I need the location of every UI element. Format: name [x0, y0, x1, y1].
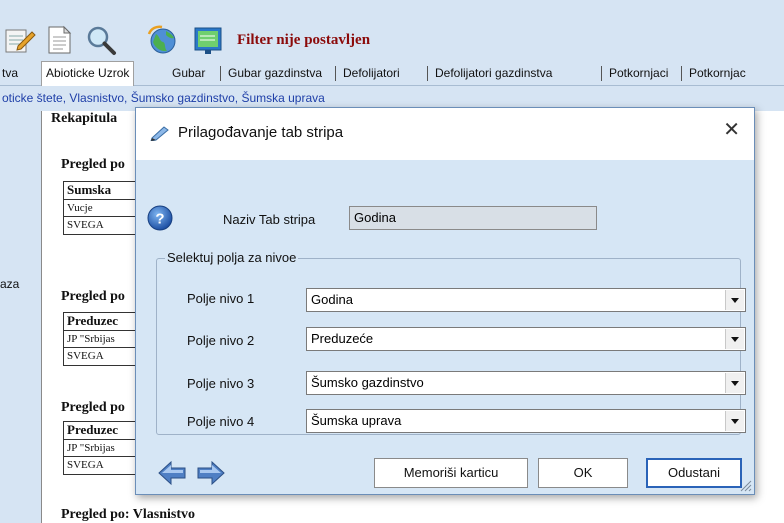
section-title: Pregled po: Vlasnistvo [61, 507, 196, 522]
arrow-left-icon[interactable] [157, 460, 187, 486]
tab-separator [681, 66, 682, 81]
tabstrip-name-input[interactable]: Godina [349, 206, 597, 230]
tab-gubar[interactable]: Gubar [168, 62, 209, 86]
level-2-value: Preduzeće [311, 331, 374, 346]
level-4-label: Polje nivo 4 [187, 414, 255, 429]
document-icon[interactable] [43, 24, 75, 56]
help-icon[interactable]: ? [147, 205, 173, 231]
chevron-down-icon[interactable] [725, 373, 744, 393]
tab-partial-left[interactable]: tva [0, 62, 22, 86]
section-title: Pregled po [61, 289, 125, 304]
group-title: Selektuj polja za nivoe [165, 250, 299, 265]
chevron-down-icon[interactable] [725, 411, 744, 431]
tab-potkornjaci[interactable]: Potkornjaci [605, 62, 672, 86]
resize-grip-icon[interactable] [738, 478, 752, 492]
level-4-select[interactable]: Šumska uprava [306, 409, 746, 433]
report-heading: Rekapitula [51, 111, 118, 126]
tab-separator [335, 66, 336, 81]
presentation-icon[interactable] [192, 24, 224, 56]
level-fields-group: Selektuj polja za nivoe Polje nivo 1 God… [156, 250, 746, 435]
section-title: Pregled po [61, 400, 125, 415]
arrow-right-icon[interactable] [196, 460, 226, 486]
level-3-label: Polje nivo 3 [187, 376, 255, 391]
level-1-label: Polje nivo 1 [187, 291, 255, 306]
section-title: Pregled po [61, 157, 125, 172]
level-1-value: Godina [311, 292, 353, 307]
tab-separator [427, 66, 428, 81]
save-tab-button[interactable]: Memoriši karticu [374, 458, 528, 488]
tab-defolijatori[interactable]: Defolijatori [339, 62, 404, 86]
tab-defolijatori-gazdinstva[interactable]: Defolijatori gazdinstva [431, 62, 556, 86]
dialog-titlebar[interactable]: Prilagođavanje tab stripa ✕ [136, 108, 754, 160]
tab-separator [220, 66, 221, 81]
tab-strip: tva Abioticke Uzrok Gubar Gubar gazdinst… [0, 61, 784, 86]
globe-icon[interactable] [147, 24, 179, 56]
filter-status: Filter nije postavljen [237, 32, 371, 48]
edit-document-icon[interactable] [4, 24, 36, 56]
search-icon[interactable] [85, 24, 117, 56]
level-3-select[interactable]: Šumsko gazdinstvo [306, 371, 746, 395]
tab-abioticke-uzrok[interactable]: Abioticke Uzrok [41, 61, 135, 86]
close-icon[interactable]: ✕ [723, 120, 740, 140]
tab-separator [601, 66, 602, 81]
ok-button[interactable]: OK [538, 458, 628, 488]
cancel-button[interactable]: Odustani [646, 458, 742, 488]
dialog-title: Prilagođavanje tab stripa [178, 124, 344, 141]
left-panel-label: aza [0, 277, 20, 291]
left-panel: aza [0, 111, 41, 523]
tab-potkornjac-partial[interactable]: Potkornjac [685, 62, 750, 86]
level-2-label: Polje nivo 2 [187, 333, 255, 348]
customize-tabstrip-dialog: Prilagođavanje tab stripa ✕ ? Naziv Tab … [135, 107, 755, 495]
level-4-value: Šumska uprava [311, 413, 402, 428]
chevron-down-icon[interactable] [725, 290, 744, 310]
level-2-select[interactable]: Preduzeće [306, 327, 746, 351]
pencil-icon [150, 126, 169, 141]
level-3-value: Šumsko gazdinstvo [311, 375, 424, 390]
tab-gubar-gazdinstva[interactable]: Gubar gazdinstva [224, 62, 326, 86]
level-1-select[interactable]: Godina [306, 288, 746, 312]
tabstrip-name-label: Naziv Tab stripa [223, 212, 316, 227]
chevron-down-icon[interactable] [725, 329, 744, 349]
svg-text:?: ? [155, 211, 164, 228]
